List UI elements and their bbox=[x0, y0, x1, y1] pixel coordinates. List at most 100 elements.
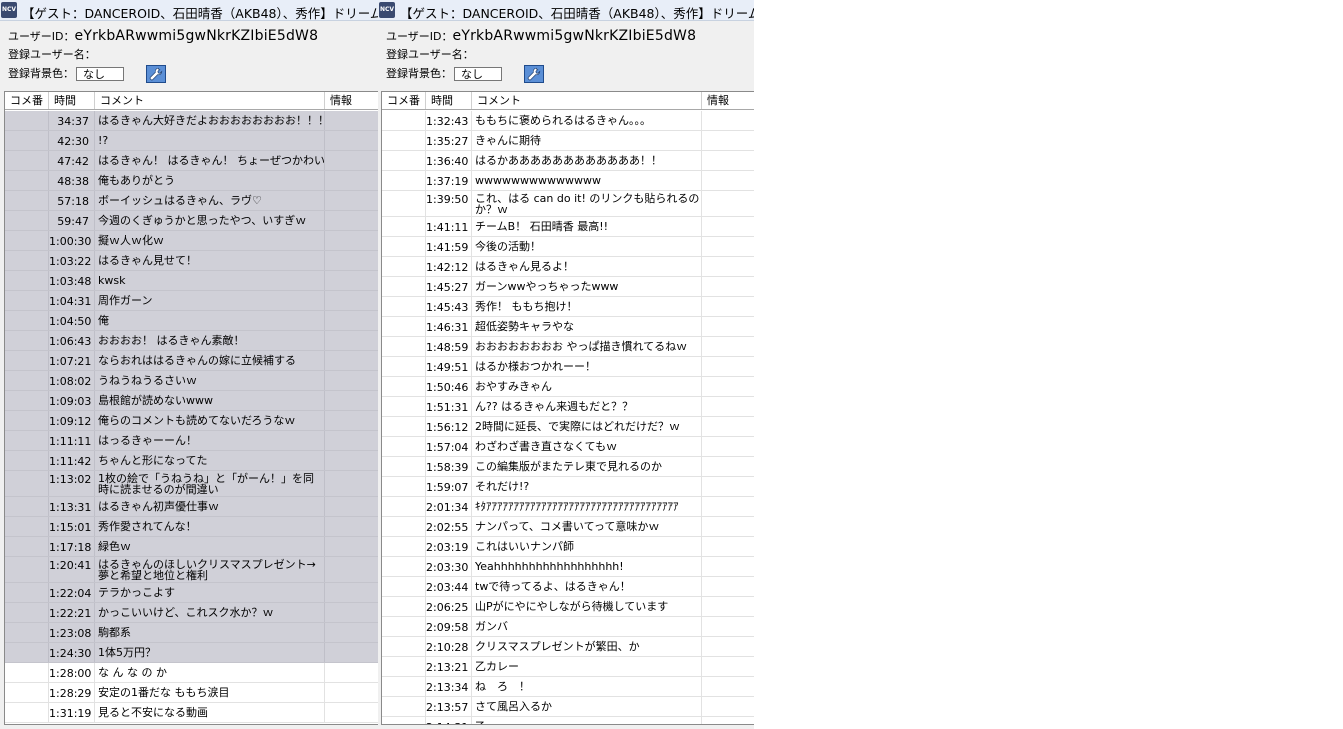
table-row[interactable]: 1:48:59 おおおおおおおお やっぱ描き慣れてるねｗ bbox=[382, 337, 754, 357]
cell-time: 1:03:22 bbox=[49, 251, 95, 270]
table-row[interactable]: 1:35:27 きゃんに期待 bbox=[382, 131, 754, 151]
cell-time: 1:04:31 bbox=[49, 291, 95, 310]
cell-time: 2:13:34 bbox=[426, 677, 472, 696]
table-row[interactable]: 1:31:19 見ると不安になる動画 bbox=[5, 703, 378, 723]
bg-color-field[interactable]: なし bbox=[76, 67, 124, 81]
table-row[interactable]: 1:41:59 今後の活動！ bbox=[382, 237, 754, 257]
table-row[interactable]: 1:03:22 はるきゃん見せて！ bbox=[5, 251, 378, 271]
user-id-row: ユーザーID：eYrkbARwwmi5gwNkrKZIbiE5dW8 bbox=[386, 27, 750, 45]
cell-info bbox=[702, 377, 754, 396]
table-row[interactable]: 1:39:50 これ、はる can do it! のリンクも貼られるのか？ｗ bbox=[382, 191, 754, 217]
user-id-value[interactable]: eYrkbARwwmi5gwNkrKZIbiE5dW8 bbox=[75, 28, 319, 44]
table-row[interactable]: 42:30!? bbox=[5, 131, 378, 151]
comment-table[interactable]: コメ番 時間 コメント 情報 34:37 はるきゃん大好きだよおおおおおおおお！！… bbox=[4, 91, 378, 725]
column-header-info[interactable]: 情報 bbox=[325, 92, 378, 109]
table-row[interactable]: 1:37:19 wwwwwwwwwwwwww bbox=[382, 171, 754, 191]
bg-color-field[interactable]: なし bbox=[454, 67, 502, 81]
table-row[interactable]: 1:23:08 駒都系 bbox=[5, 623, 378, 643]
table-row[interactable]: 47:42 はるきゃん！ はるきゃん！ ちょーぜつかわいい!! bbox=[5, 151, 378, 171]
cell-time: 1:11:11 bbox=[49, 431, 95, 450]
table-row[interactable]: 1:59:07 それだけ!? bbox=[382, 477, 754, 497]
table-row[interactable]: 2:03:44 twで待ってるよ、はるきゃん！ bbox=[382, 577, 754, 597]
table-row[interactable]: 1:15:01 秀作愛されてんな！ bbox=[5, 517, 378, 537]
cell-time: 1:46:31 bbox=[426, 317, 472, 336]
column-header-no[interactable]: コメ番 bbox=[5, 92, 49, 109]
table-row[interactable]: 1:22:21 かっこいいけど、これスク水か？ｗ bbox=[5, 603, 378, 623]
table-row[interactable]: 1:06:43 おおおお！ はるきゃん素敵！ bbox=[5, 331, 378, 351]
wrench-settings-button[interactable] bbox=[146, 65, 166, 83]
table-row[interactable]: 1:24:30 1体5万円？ bbox=[5, 643, 378, 663]
cell-comment-no bbox=[5, 191, 49, 210]
column-header-comment[interactable]: コメント bbox=[95, 92, 325, 109]
table-row[interactable]: 1:50:46 おやすみきゃん bbox=[382, 377, 754, 397]
cell-comment-no bbox=[382, 677, 426, 696]
table-row[interactable]: 2:10:28 クリスマスプレゼントが繁田、か bbox=[382, 637, 754, 657]
table-row[interactable]: 2:13:57 さて風呂入るか bbox=[382, 697, 754, 717]
table-row[interactable]: 34:37 はるきゃん大好きだよおおおおおおおお！！！ bbox=[5, 111, 378, 131]
table-row[interactable]: 1:45:43 秀作！ ももち抱け！ bbox=[382, 297, 754, 317]
cell-comment-no bbox=[382, 617, 426, 636]
wrench-settings-button[interactable] bbox=[524, 65, 544, 83]
column-header-comment[interactable]: コメント bbox=[472, 92, 702, 109]
table-row[interactable]: 2:09:58 ガンバ bbox=[382, 617, 754, 637]
table-row[interactable]: 1:08:02 うねうねうるさいｗ bbox=[5, 371, 378, 391]
title-bar[interactable]: NCV 【ゲスト：DANCEROID、石田晴香（AKB48）、秀作】ドリーム♪ bbox=[0, 0, 378, 21]
comment-table[interactable]: コメ番 時間 コメント 情報 1:32:43 ももちに褒められるはるきゃん。。。 1… bbox=[381, 91, 754, 725]
cell-comment-no bbox=[5, 583, 49, 602]
table-row[interactable]: 59:47 今週のくぎゅうかと思ったやつ、いすぎｗ bbox=[5, 211, 378, 231]
cell-comment: 2時間に延長、で実際にはどれだけだ？ｗ bbox=[472, 417, 702, 436]
table-row[interactable]: 1:58:39 この編集版がまたテレ東で見れるのか bbox=[382, 457, 754, 477]
table-row[interactable]: 1:41:11 チームB！ 石田晴香 最高!! bbox=[382, 217, 754, 237]
table-row[interactable]: 1:46:31 超低姿勢キャラやな bbox=[382, 317, 754, 337]
table-row[interactable]: 2:03:19 これはいいナンパ師 bbox=[382, 537, 754, 557]
table-row[interactable]: 2:03:30 Yeahhhhhhhhhhhhhhhhhh! bbox=[382, 557, 754, 577]
table-row[interactable]: 1:22:04 テラかっこよす bbox=[5, 583, 378, 603]
table-row[interactable]: 1:11:42 ちゃんと形になってた bbox=[5, 451, 378, 471]
table-row[interactable]: 2:06:25 山Pがにやにやしながら待機しています bbox=[382, 597, 754, 617]
table-row[interactable]: 1:28:29 安定の1番だな ももち涙目 bbox=[5, 683, 378, 703]
table-row[interactable]: 1:04:31 周作ガーン bbox=[5, 291, 378, 311]
table-row[interactable]: 1:49:51 はるか様おつかれーー！ bbox=[382, 357, 754, 377]
table-row[interactable]: 2:13:21 乙カレー bbox=[382, 657, 754, 677]
table-row[interactable]: 1:03:48 kwsk bbox=[5, 271, 378, 291]
table-row[interactable]: 1:17:18 緑色ｗ bbox=[5, 537, 378, 557]
table-row[interactable]: 2:02:55 ナンパって、コメ書いてって意味かｗ bbox=[382, 517, 754, 537]
app-icon[interactable]: NCV bbox=[379, 2, 395, 18]
column-header-no[interactable]: コメ番 bbox=[382, 92, 426, 109]
table-row[interactable]: 1:28:00 な ん な の か bbox=[5, 663, 378, 683]
app-icon[interactable]: NCV bbox=[1, 2, 17, 18]
table-row[interactable]: 1:36:40 はるかああああああああああああ！！ bbox=[382, 151, 754, 171]
table-row[interactable]: 2:14:31乙 bbox=[382, 717, 754, 724]
cell-comment: kwsk bbox=[95, 271, 325, 290]
table-row[interactable]: 1:09:12 俺らのコメントも読めてないだろうなｗ bbox=[5, 411, 378, 431]
cell-comment-no bbox=[382, 497, 426, 516]
table-row[interactable]: 1:13:31 はるきゃん初声優仕事ｗ bbox=[5, 497, 378, 517]
table-row[interactable]: 1:07:21 ならおれははるきゃんの嫁に立候補する bbox=[5, 351, 378, 371]
table-row[interactable]: 1:00:30 擬ｗ人ｗ化ｗ bbox=[5, 231, 378, 251]
column-header-info[interactable]: 情報 bbox=[702, 92, 754, 109]
cell-time: 1:04:50 bbox=[49, 311, 95, 330]
user-id-value[interactable]: eYrkbARwwmi5gwNkrKZIbiE5dW8 bbox=[453, 28, 697, 44]
column-header-time[interactable]: 時間 bbox=[49, 92, 95, 109]
table-row[interactable]: 48:38 俺もありがとう bbox=[5, 171, 378, 191]
table-row[interactable]: 1:11:11 はっるきゃーーん！ bbox=[5, 431, 378, 451]
cell-comment-no bbox=[5, 603, 49, 622]
table-row[interactable]: 1:51:31 ん?? はるきゃん来週もだと？？ bbox=[382, 397, 754, 417]
table-row[interactable]: 1:09:03 島根館が読めないwww bbox=[5, 391, 378, 411]
table-row[interactable]: 1:57:04 わざわざ書き直さなくてもｗ bbox=[382, 437, 754, 457]
column-header-time[interactable]: 時間 bbox=[426, 92, 472, 109]
table-row[interactable]: 1:20:41 はるきゃんのほしいクリスマスプレゼント→夢と希望と地位と権利 bbox=[5, 557, 378, 583]
table-row[interactable]: 1:13:02 1枚の絵で「うねうね」と「がーん！」を同時に読ませるのが間違い bbox=[5, 471, 378, 497]
cell-info bbox=[325, 471, 378, 496]
cell-info bbox=[702, 497, 754, 516]
table-row[interactable]: 1:45:27 ガーンwwやっちゃったwww bbox=[382, 277, 754, 297]
table-row[interactable]: 2:13:34 ね ろ ！ bbox=[382, 677, 754, 697]
table-row[interactable]: 1:42:12 はるきゃん見るよ！ bbox=[382, 257, 754, 277]
table-row[interactable]: 57:18 ボーイッシュはるきゃん、ラヴ♡ bbox=[5, 191, 378, 211]
table-row[interactable]: 1:32:43 ももちに褒められるはるきゃん。。。 bbox=[382, 111, 754, 131]
title-bar[interactable]: NCV 【ゲスト：DANCEROID、石田晴香（AKB48）、秀作】ドリーム♪ bbox=[378, 0, 754, 21]
cell-time: 2:13:57 bbox=[426, 697, 472, 716]
table-row[interactable]: 1:56:12 2時間に延長、で実際にはどれだけだ？ｗ bbox=[382, 417, 754, 437]
table-row[interactable]: 1:04:50 俺 bbox=[5, 311, 378, 331]
table-row[interactable]: 2:01:34 ｷﾀｱｱｱｱｱｱｱｱｱｱｱｱｱｱｱｱｱｱｱｱｱｱｱｱｱｱｱｱｱｱｱ… bbox=[382, 497, 754, 517]
